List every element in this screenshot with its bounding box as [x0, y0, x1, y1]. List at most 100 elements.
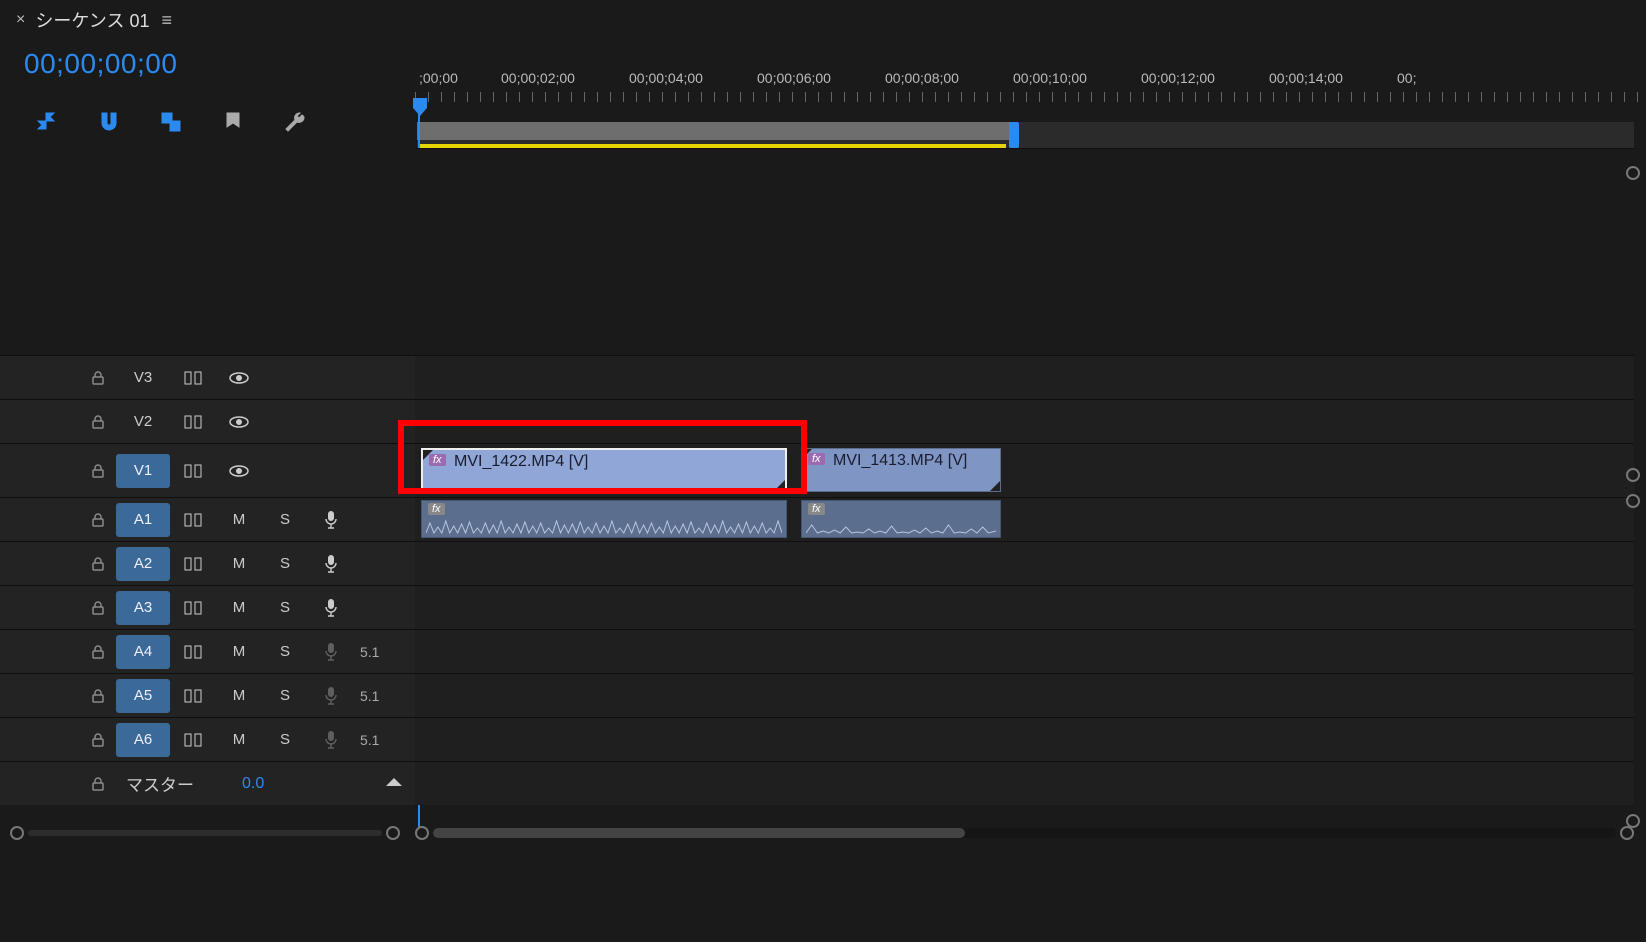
track-name[interactable]: A1: [116, 503, 170, 537]
clip-in-handle-icon[interactable]: [802, 449, 812, 459]
fx-badge-icon[interactable]: fx: [428, 503, 445, 515]
lock-icon[interactable]: [80, 463, 116, 479]
track-header-v3[interactable]: V3: [0, 355, 415, 399]
track-header-a1[interactable]: A1 M S: [0, 497, 415, 541]
solo-button[interactable]: S: [262, 731, 308, 748]
track-name[interactable]: A6: [116, 723, 170, 757]
source-patch-icon[interactable]: [170, 733, 216, 747]
track-header-master[interactable]: マスター 0.0: [0, 761, 415, 805]
timeline-empty-top[interactable]: [415, 148, 1634, 355]
settings-wrench-icon[interactable]: [282, 109, 308, 135]
sequence-tab-title[interactable]: シーケンス 01: [35, 7, 149, 33]
clip-out-handle-icon[interactable]: [990, 481, 1000, 491]
lock-icon[interactable]: [80, 556, 116, 572]
track-header-a2[interactable]: A2 M S: [0, 541, 415, 585]
clip-out-handle-icon[interactable]: [775, 480, 785, 490]
marker-icon[interactable]: [220, 109, 246, 135]
lock-icon[interactable]: [80, 732, 116, 748]
lock-icon[interactable]: [80, 600, 116, 616]
voiceover-mic-icon[interactable]: [308, 598, 354, 618]
video-clip[interactable]: fx MVI_1413.MP4 [V]: [801, 448, 1001, 492]
timeline-lane-a6[interactable]: [415, 717, 1634, 761]
work-area-bar[interactable]: [417, 122, 1634, 148]
close-icon[interactable]: ×: [16, 11, 25, 29]
lock-icon[interactable]: [80, 370, 116, 386]
track-header-v1[interactable]: V1: [0, 443, 415, 497]
video-clip[interactable]: fx MVI_1422.MP4 [V]: [421, 448, 787, 492]
vertical-zoom-knob-video[interactable]: [1626, 468, 1640, 482]
insert-overwrite-icon[interactable]: [34, 109, 60, 135]
lock-icon[interactable]: [80, 688, 116, 704]
voiceover-mic-icon[interactable]: [308, 642, 354, 662]
audio-clip[interactable]: fx: [421, 500, 787, 538]
mute-button[interactable]: M: [216, 731, 262, 748]
master-volume-value[interactable]: 0.0: [242, 775, 264, 793]
timeline-lane-master[interactable]: [415, 761, 1634, 805]
track-name[interactable]: A5: [116, 679, 170, 713]
voiceover-mic-icon[interactable]: [308, 554, 354, 574]
solo-button[interactable]: S: [262, 599, 308, 616]
scroll-end-icon[interactable]: [10, 826, 24, 840]
track-header-a4[interactable]: A4 M S 5.1: [0, 629, 415, 673]
vertical-zoom-knob-top[interactable]: [1626, 166, 1640, 180]
source-patch-icon[interactable]: [170, 645, 216, 659]
lock-icon[interactable]: [80, 776, 116, 792]
timeline-lane-a3[interactable]: [415, 585, 1634, 629]
timeline-lane-a2[interactable]: [415, 541, 1634, 585]
scroll-end-icon[interactable]: [386, 826, 400, 840]
timeline-lane-a1[interactable]: fx fx: [415, 497, 1634, 541]
source-patch-icon[interactable]: [170, 464, 216, 478]
fx-badge-icon[interactable]: fx: [808, 503, 825, 515]
voiceover-mic-icon[interactable]: [308, 686, 354, 706]
timeline-body[interactable]: fx MVI_1422.MP4 [V] fx MVI_1413.MP4 [V] …: [415, 148, 1634, 828]
track-name[interactable]: V3: [116, 361, 170, 395]
solo-button[interactable]: S: [262, 643, 308, 660]
solo-button[interactable]: S: [262, 555, 308, 572]
timeline-lane-v1[interactable]: fx MVI_1422.MP4 [V] fx MVI_1413.MP4 [V]: [415, 443, 1634, 497]
track-name[interactable]: A2: [116, 547, 170, 581]
snap-magnet-icon[interactable]: [96, 109, 122, 135]
track-header-a5[interactable]: A5 M S 5.1: [0, 673, 415, 717]
scroll-thumb[interactable]: [433, 828, 965, 838]
lock-icon[interactable]: [80, 512, 116, 528]
timeline-h-scroll[interactable]: [415, 824, 1634, 842]
source-patch-icon[interactable]: [170, 415, 216, 429]
source-patch-icon[interactable]: [170, 601, 216, 615]
source-patch-icon[interactable]: [170, 371, 216, 385]
track-name[interactable]: V2: [116, 405, 170, 439]
mute-button[interactable]: M: [216, 643, 262, 660]
track-header-v2[interactable]: V2: [0, 399, 415, 443]
track-name[interactable]: V1: [116, 454, 170, 488]
work-area-out-handle[interactable]: [1009, 122, 1019, 148]
scroll-track[interactable]: [28, 830, 382, 836]
collapse-expand-icon[interactable]: [384, 774, 404, 793]
scroll-zoom-out-icon[interactable]: [415, 826, 429, 840]
lock-icon[interactable]: [80, 644, 116, 660]
track-name[interactable]: A3: [116, 591, 170, 625]
timeline-lane-v3[interactable]: [415, 355, 1634, 399]
voiceover-mic-icon[interactable]: [308, 510, 354, 530]
track-header-a3[interactable]: A3 M S: [0, 585, 415, 629]
mute-button[interactable]: M: [216, 687, 262, 704]
solo-button[interactable]: S: [262, 687, 308, 704]
scroll-zoom-in-icon[interactable]: [1620, 826, 1634, 840]
timeline-lane-a5[interactable]: [415, 673, 1634, 717]
time-ruler[interactable]: ;00;00 00;00;02;00 00;00;04;00 00;00;06;…: [415, 70, 1646, 110]
track-visibility-icon[interactable]: [216, 372, 262, 384]
mute-button[interactable]: M: [216, 599, 262, 616]
track-name[interactable]: A4: [116, 635, 170, 669]
mute-button[interactable]: M: [216, 555, 262, 572]
track-visibility-icon[interactable]: [216, 416, 262, 428]
timeline-lane-v2[interactable]: [415, 399, 1634, 443]
source-patch-icon[interactable]: [170, 689, 216, 703]
track-header-h-scroll[interactable]: [10, 824, 400, 842]
panel-menu-icon[interactable]: ≡: [161, 10, 172, 31]
source-patch-icon[interactable]: [170, 557, 216, 571]
lock-icon[interactable]: [80, 414, 116, 430]
clip-in-handle-icon[interactable]: [423, 450, 433, 460]
solo-button[interactable]: S: [262, 511, 308, 528]
mute-button[interactable]: M: [216, 511, 262, 528]
voiceover-mic-icon[interactable]: [308, 730, 354, 750]
scroll-track[interactable]: [433, 828, 1616, 838]
source-patch-icon[interactable]: [170, 513, 216, 527]
